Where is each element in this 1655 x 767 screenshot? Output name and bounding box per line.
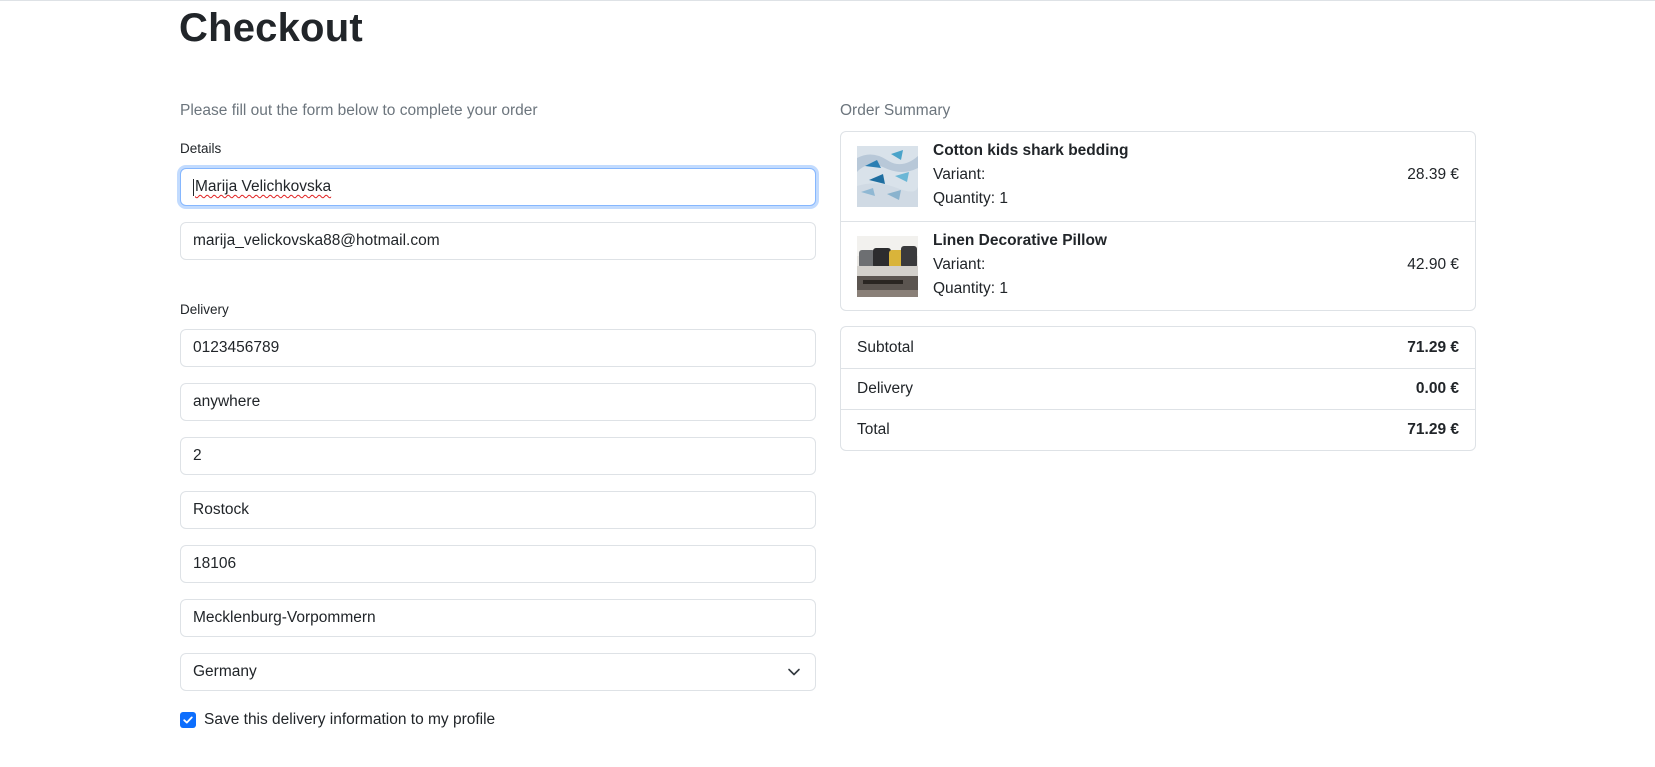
- country-value: Germany: [193, 663, 257, 680]
- subtotal-label: Subtotal: [857, 338, 914, 356]
- house-number-value: 2: [193, 447, 202, 464]
- item-price: 28.39 €: [1407, 166, 1459, 183]
- page-title: Checkout: [179, 6, 363, 50]
- item-quantity: Quantity: 1: [933, 190, 1008, 207]
- delivery-cost-value: 0.00 €: [1415, 380, 1459, 397]
- street-value: anywhere: [193, 393, 261, 410]
- chevron-down-icon: [788, 668, 800, 676]
- item-quantity: Quantity: 1: [933, 280, 1008, 297]
- country-select[interactable]: Germany: [180, 653, 816, 691]
- email-value: marija_velickovska88@hotmail.com: [193, 232, 440, 249]
- order-item: Cotton kids shark bedding Variant: Quant…: [841, 132, 1475, 221]
- save-delivery-label: Save this delivery information to my pro…: [204, 711, 496, 728]
- item-name: Cotton kids shark bedding: [933, 142, 1129, 159]
- checkmark-icon: [183, 716, 193, 724]
- shark-bedding-thumbnail: [857, 146, 918, 207]
- details-section-label: Details: [180, 141, 222, 156]
- city-field[interactable]: Rostock: [180, 491, 816, 529]
- state-value: Mecklenburg-Vorpommern: [193, 609, 376, 626]
- delivery-cost-row: Delivery 0.00 €: [841, 368, 1475, 409]
- form-intro-text: Please fill out the form below to comple…: [180, 102, 538, 119]
- delivery-section-label: Delivery: [180, 302, 229, 317]
- full-name-value: Marija Velichkovska: [195, 178, 332, 195]
- subtotal-row: Subtotal 71.29 €: [841, 327, 1475, 368]
- phone-value: 0123456789: [193, 339, 280, 356]
- street-field[interactable]: anywhere: [180, 383, 816, 421]
- item-price: 42.90 €: [1407, 256, 1459, 273]
- subtotal-value: 71.29 €: [1407, 338, 1459, 356]
- pillow-thumbnail: [857, 236, 918, 297]
- full-name-field[interactable]: Marija Velichkovska: [180, 168, 816, 206]
- phone-field[interactable]: 0123456789: [180, 329, 816, 367]
- text-caret: [193, 178, 194, 196]
- state-field[interactable]: Mecklenburg-Vorpommern: [180, 599, 816, 637]
- item-name: Linen Decorative Pillow: [933, 232, 1107, 249]
- item-variant: Variant:: [933, 256, 986, 273]
- top-divider: [0, 0, 1655, 1]
- order-totals-card: Subtotal 71.29 € Delivery 0.00 € Total 7…: [840, 326, 1476, 451]
- total-label: Total: [857, 421, 890, 438]
- total-value: 71.29 €: [1407, 421, 1459, 438]
- delivery-cost-label: Delivery: [857, 380, 913, 397]
- city-value: Rostock: [193, 501, 249, 518]
- order-summary-heading: Order Summary: [840, 102, 951, 119]
- postal-code-value: 18106: [193, 555, 237, 572]
- house-number-field[interactable]: 2: [180, 437, 816, 475]
- total-row: Total 71.29 €: [841, 409, 1475, 450]
- save-delivery-checkbox[interactable]: [180, 712, 196, 728]
- order-item: Linen Decorative Pillow Variant: Quantit…: [841, 221, 1475, 310]
- save-delivery-info-option[interactable]: Save this delivery information to my pro…: [180, 711, 495, 729]
- postal-code-field[interactable]: 18106: [180, 545, 816, 583]
- order-items-card: Cotton kids shark bedding Variant: Quant…: [840, 131, 1476, 311]
- item-variant: Variant:: [933, 166, 986, 183]
- email-field[interactable]: marija_velickovska88@hotmail.com: [180, 222, 816, 260]
